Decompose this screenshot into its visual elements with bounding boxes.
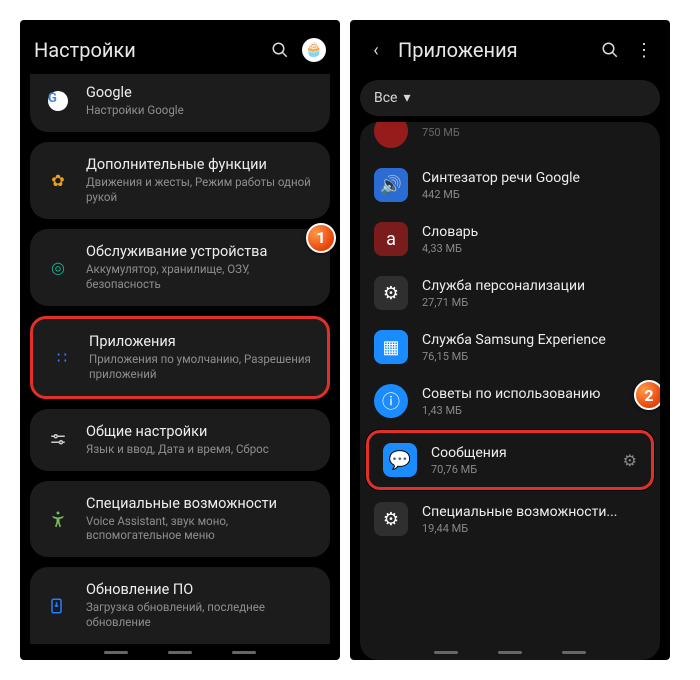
- app-row[interactable]: ⓘ Советы по использованию 1,43 МБ 2: [360, 374, 660, 428]
- app-icon: ⚙: [374, 276, 408, 310]
- nav-bar[interactable]: [434, 651, 586, 654]
- gear-icon: ✿: [44, 166, 72, 194]
- update-icon: [44, 592, 72, 620]
- apps-list: 750 МБ 🔊 Синтезатор речи Google 442 МБ a…: [350, 122, 670, 660]
- page-title: Настройки: [34, 38, 258, 62]
- apps-icon: ∷: [47, 343, 75, 371]
- app-icon: a: [374, 222, 408, 256]
- app-row[interactable]: ⚙ Служба персонализации 27,71 МБ: [360, 266, 660, 320]
- settings-item-advanced[interactable]: ✿ Дополнительные функции Движения и жест…: [30, 142, 330, 219]
- settings-item-device-care[interactable]: ◎ Обслуживание устройства Аккумулятор, х…: [30, 229, 330, 306]
- app-row-messages[interactable]: 💬 Сообщения 70,76 МБ ⚙: [366, 430, 654, 490]
- filter-dropdown[interactable]: Все ▾: [360, 80, 660, 116]
- page-title: Приложения: [398, 38, 588, 62]
- google-icon: G: [44, 87, 72, 115]
- device-care-icon: ◎: [44, 253, 72, 281]
- settings-item-accessibility[interactable]: Специальные возможности Voice Assistant,…: [30, 481, 330, 558]
- app-icon: ⚙: [374, 502, 408, 536]
- chevron-down-icon: ▾: [403, 90, 410, 106]
- more-icon[interactable]: ⋮: [632, 38, 656, 62]
- app-icon: ⓘ: [374, 384, 408, 418]
- apps-screen: ‹ Приложения ⋮ Все ▾ 750 МБ 🔊 Синтезатор…: [350, 20, 670, 660]
- nav-bar[interactable]: [104, 651, 256, 654]
- settings-item-apps[interactable]: ∷ Приложения Приложения по умолчанию, Ра…: [30, 316, 330, 399]
- sliders-icon: [44, 426, 72, 454]
- app-icon: [374, 122, 408, 148]
- search-icon[interactable]: [268, 38, 292, 62]
- apps-header: ‹ Приложения ⋮: [350, 20, 670, 74]
- settings-item-google[interactable]: G Google Настройки Google: [30, 74, 330, 132]
- settings-header: Настройки 🧁: [20, 20, 340, 74]
- app-row[interactable]: 750 МБ: [360, 122, 660, 158]
- filter-label: Все: [374, 90, 397, 106]
- app-icon: 🔊: [374, 168, 408, 202]
- app-row[interactable]: ▦ Служба Samsung Experience 76,15 МБ: [360, 320, 660, 374]
- app-row[interactable]: ⚙ Специальные возможности... 19,44 МБ: [360, 492, 660, 546]
- callout-badge-2: 2: [634, 380, 660, 410]
- profile-avatar[interactable]: 🧁: [302, 38, 326, 62]
- settings-item-update[interactable]: Обновление ПО Загрузка обновлений, после…: [30, 567, 330, 644]
- accessibility-icon: [44, 505, 72, 533]
- back-icon[interactable]: ‹: [364, 38, 388, 62]
- settings-screen: Настройки 🧁 G Google Настройки Google ✿ …: [20, 20, 340, 660]
- search-icon[interactable]: [598, 38, 622, 62]
- app-row[interactable]: 🔊 Синтезатор речи Google 442 МБ: [360, 158, 660, 212]
- app-icon: 💬: [383, 443, 417, 477]
- app-icon: ▦: [374, 330, 408, 364]
- app-row[interactable]: a Словарь 4,33 МБ: [360, 212, 660, 266]
- callout-badge-1: 1: [306, 223, 336, 253]
- settings-item-general[interactable]: Общие настройки Язык и ввод, Дата и врем…: [30, 409, 330, 471]
- gear-icon[interactable]: ⚙: [623, 451, 637, 470]
- settings-list: G Google Настройки Google ✿ Дополнительн…: [20, 74, 340, 660]
